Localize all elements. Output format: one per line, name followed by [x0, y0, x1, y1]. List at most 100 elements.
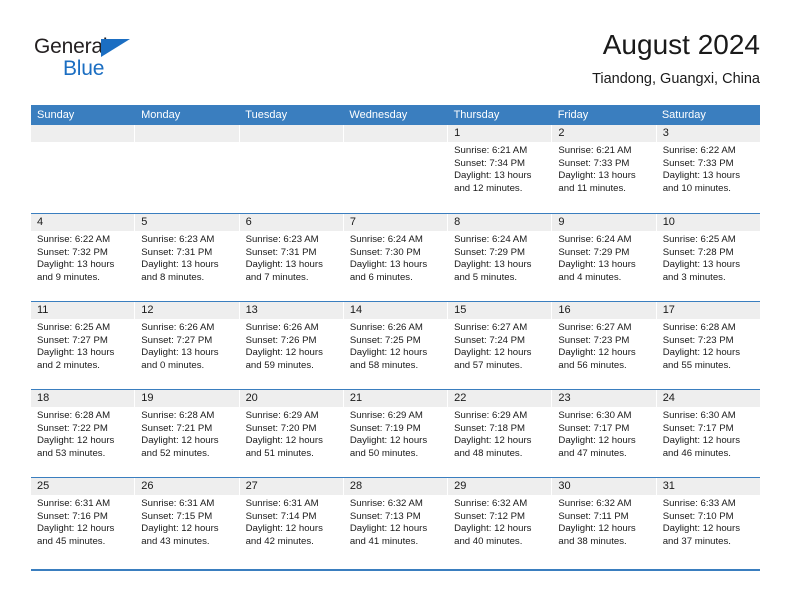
day-cell[interactable] — [239, 125, 344, 213]
daylight-text-line1: Daylight: 13 hours — [141, 347, 219, 359]
day-cell[interactable]: 22 Sunrise: 6:29 AM Sunset: 7:18 PM Dayl… — [448, 390, 553, 477]
day-cell[interactable]: 12 Sunrise: 6:26 AM Sunset: 7:27 PM Dayl… — [135, 302, 240, 389]
day-cell[interactable]: 14 Sunrise: 6:26 AM Sunset: 7:25 PM Dayl… — [343, 302, 449, 389]
sunrise-text: Sunrise: 6:24 AM — [454, 234, 528, 245]
daylight-text-line2: and 5 minutes. — [454, 271, 518, 283]
daylight-text-line1: Daylight: 13 hours — [454, 259, 532, 271]
day-cell[interactable] — [135, 125, 240, 213]
daylight-text-line2: and 45 minutes. — [37, 535, 106, 547]
daylight-text-line1: Daylight: 13 hours — [662, 170, 741, 182]
daylight-text-line1: Daylight: 12 hours — [349, 435, 428, 447]
day-cell[interactable]: 24 Sunrise: 6:30 AM Sunset: 7:17 PM Dayl… — [656, 390, 760, 477]
day-cell[interactable]: 20 Sunrise: 6:29 AM Sunset: 7:20 PM Dayl… — [239, 390, 344, 477]
day-details: Sunrise: 6:32 AM Sunset: 7:13 PM Dayligh… — [344, 495, 447, 548]
day-cell[interactable]: 19 Sunrise: 6:28 AM Sunset: 7:21 PM Dayl… — [135, 390, 240, 477]
day-cell[interactable]: 7 Sunrise: 6:24 AM Sunset: 7:30 PM Dayli… — [343, 214, 449, 301]
daylight-text-line2: and 38 minutes. — [558, 535, 627, 547]
calendar-page: General Blue August 2024 Tiandong, Guang… — [0, 0, 792, 612]
daylight-text-line1: Daylight: 12 hours — [349, 523, 428, 535]
day-cell[interactable]: 28 Sunrise: 6:32 AM Sunset: 7:13 PM Dayl… — [343, 478, 449, 565]
general-blue-logo[interactable]: General Blue — [34, 36, 164, 86]
day-cell[interactable]: 3 Sunrise: 6:22 AM Sunset: 7:33 PM Dayli… — [656, 125, 760, 213]
day-cell[interactable]: 25 Sunrise: 6:31 AM Sunset: 7:16 PM Dayl… — [31, 478, 136, 565]
daylight-text-line1: Daylight: 13 hours — [349, 259, 428, 271]
day-cell[interactable]: 18 Sunrise: 6:28 AM Sunset: 7:22 PM Dayl… — [31, 390, 136, 477]
sunrise-text: Sunrise: 6:23 AM — [245, 234, 319, 245]
day-cell[interactable]: 30 Sunrise: 6:32 AM Sunset: 7:11 PM Dayl… — [552, 478, 657, 565]
day-cell[interactable]: 8 Sunrise: 6:24 AM Sunset: 7:29 PM Dayli… — [448, 214, 553, 301]
daylight-text-line1: Daylight: 13 hours — [558, 170, 636, 182]
day-cell[interactable]: 17 Sunrise: 6:28 AM Sunset: 7:23 PM Dayl… — [656, 302, 760, 389]
daylight-text-line1: Daylight: 13 hours — [454, 170, 532, 182]
day-cell[interactable]: 23 Sunrise: 6:30 AM Sunset: 7:17 PM Dayl… — [552, 390, 657, 477]
daylight-text-line1: Daylight: 13 hours — [558, 259, 636, 271]
day-cell[interactable]: 31 Sunrise: 6:33 AM Sunset: 7:10 PM Dayl… — [656, 478, 760, 565]
day-cell[interactable]: 16 Sunrise: 6:27 AM Sunset: 7:23 PM Dayl… — [552, 302, 657, 389]
day-details: Sunrise: 6:24 AM Sunset: 7:30 PM Dayligh… — [344, 231, 447, 284]
sunset-text: Sunset: 7:22 PM — [37, 422, 108, 434]
day-number: 12 — [135, 302, 239, 319]
sunrise-text: Sunrise: 6:23 AM — [141, 234, 215, 245]
day-number: 26 — [135, 478, 239, 495]
sunset-text: Sunset: 7:19 PM — [349, 422, 421, 434]
sunset-text: Sunset: 7:28 PM — [662, 246, 734, 258]
day-number: 17 — [656, 302, 760, 319]
day-number: 29 — [448, 478, 552, 495]
day-cell[interactable]: 2 Sunrise: 6:21 AM Sunset: 7:33 PM Dayli… — [552, 125, 657, 213]
day-cell[interactable]: 21 Sunrise: 6:29 AM Sunset: 7:19 PM Dayl… — [343, 390, 449, 477]
weekday-header-sunday: Sunday — [37, 109, 75, 121]
day-cell[interactable] — [31, 125, 136, 213]
day-details: Sunrise: 6:30 AM Sunset: 7:17 PM Dayligh… — [552, 407, 655, 460]
day-number: 23 — [552, 390, 656, 407]
day-cell[interactable]: 11 Sunrise: 6:25 AM Sunset: 7:27 PM Dayl… — [31, 302, 136, 389]
daylight-text-line1: Daylight: 12 hours — [141, 435, 219, 447]
day-cell[interactable]: 26 Sunrise: 6:31 AM Sunset: 7:15 PM Dayl… — [135, 478, 240, 565]
day-cell[interactable]: 5 Sunrise: 6:23 AM Sunset: 7:31 PM Dayli… — [135, 214, 240, 301]
weekday-header-row: Sunday Monday Tuesday Wednesday Thursday… — [31, 105, 760, 125]
day-cell[interactable]: 6 Sunrise: 6:23 AM Sunset: 7:31 PM Dayli… — [239, 214, 344, 301]
daylight-text-line1: Daylight: 12 hours — [662, 523, 741, 535]
sunrise-text: Sunrise: 6:26 AM — [245, 322, 319, 333]
sunrise-text: Sunrise: 6:24 AM — [558, 234, 632, 245]
weekday-header-monday: Monday — [141, 109, 181, 121]
sunset-text: Sunset: 7:31 PM — [245, 246, 317, 258]
day-number — [343, 125, 448, 142]
day-details: Sunrise: 6:31 AM Sunset: 7:15 PM Dayligh… — [135, 495, 238, 548]
day-cell[interactable]: 10 Sunrise: 6:25 AM Sunset: 7:28 PM Dayl… — [656, 214, 760, 301]
day-number — [135, 125, 239, 142]
day-cell[interactable]: 9 Sunrise: 6:24 AM Sunset: 7:29 PM Dayli… — [552, 214, 657, 301]
daylight-text-line2: and 11 minutes. — [558, 182, 626, 194]
day-cell[interactable] — [343, 125, 449, 213]
daylight-text-line2: and 9 minutes. — [37, 271, 100, 283]
day-cell[interactable]: 15 Sunrise: 6:27 AM Sunset: 7:24 PM Dayl… — [448, 302, 553, 389]
day-details: Sunrise: 6:30 AM Sunset: 7:17 PM Dayligh… — [657, 407, 760, 460]
day-details: Sunrise: 6:31 AM Sunset: 7:14 PM Dayligh… — [240, 495, 343, 548]
daylight-text-line2: and 42 minutes. — [245, 535, 314, 547]
daylight-text-line2: and 0 minutes. — [141, 359, 205, 371]
day-details: Sunrise: 6:31 AM Sunset: 7:16 PM Dayligh… — [31, 495, 134, 548]
day-cell[interactable]: 1 Sunrise: 6:21 AM Sunset: 7:34 PM Dayli… — [448, 125, 553, 213]
sunset-text: Sunset: 7:16 PM — [37, 510, 108, 522]
day-number: 3 — [656, 125, 760, 142]
sunrise-text: Sunrise: 6:27 AM — [558, 322, 632, 333]
daylight-text-line2: and 55 minutes. — [662, 359, 731, 371]
sunset-text: Sunset: 7:29 PM — [454, 246, 526, 258]
day-cell[interactable]: 13 Sunrise: 6:26 AM Sunset: 7:26 PM Dayl… — [239, 302, 344, 389]
daylight-text-line2: and 57 minutes. — [454, 359, 523, 371]
day-details: Sunrise: 6:32 AM Sunset: 7:11 PM Dayligh… — [552, 495, 655, 548]
sunset-text: Sunset: 7:18 PM — [454, 422, 526, 434]
sunset-text: Sunset: 7:12 PM — [454, 510, 526, 522]
day-number: 16 — [552, 302, 656, 319]
day-cell[interactable]: 29 Sunrise: 6:32 AM Sunset: 7:12 PM Dayl… — [448, 478, 553, 565]
day-details — [344, 142, 447, 145]
day-cell[interactable]: 4 Sunrise: 6:22 AM Sunset: 7:32 PM Dayli… — [31, 214, 136, 301]
daylight-text-line2: and 43 minutes. — [141, 535, 210, 547]
sunset-text: Sunset: 7:11 PM — [558, 510, 629, 522]
daylight-text-line2: and 7 minutes. — [245, 271, 309, 283]
day-number: 21 — [343, 390, 448, 407]
daylight-text-line1: Daylight: 12 hours — [245, 435, 323, 447]
day-number: 20 — [239, 390, 343, 407]
day-details: Sunrise: 6:26 AM Sunset: 7:25 PM Dayligh… — [344, 319, 447, 372]
day-cell[interactable]: 27 Sunrise: 6:31 AM Sunset: 7:14 PM Dayl… — [239, 478, 344, 565]
day-details: Sunrise: 6:25 AM Sunset: 7:27 PM Dayligh… — [31, 319, 134, 372]
